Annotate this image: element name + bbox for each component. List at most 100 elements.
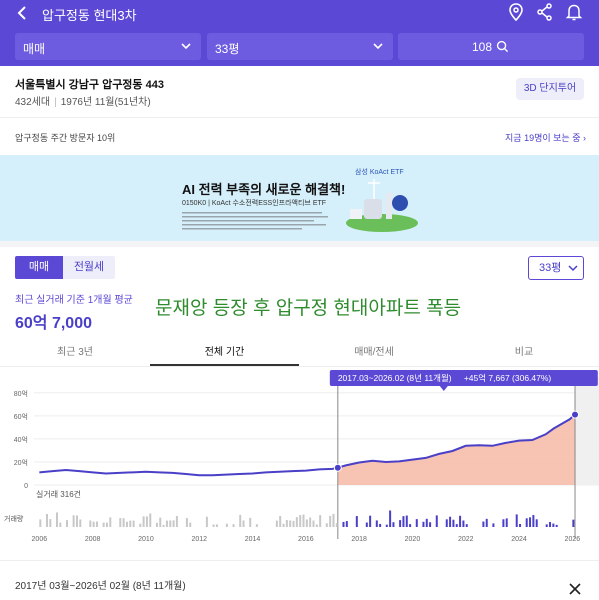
volume-bar: [109, 517, 112, 527]
3d-tour-button[interactable]: 3D 단지투어: [516, 78, 584, 100]
listing-count: 108: [472, 40, 493, 54]
ad-brand: 삼성 KoAct ETF: [355, 169, 404, 176]
volume-bar: [355, 516, 358, 527]
volume-bar: [75, 515, 78, 527]
volume-bar: [365, 522, 368, 527]
volume-bar: [462, 520, 465, 527]
volume-bar: [89, 520, 92, 527]
trade-count-label: 실거래 316건: [36, 489, 81, 499]
size-filter-select[interactable]: 33평: [207, 33, 393, 60]
volume-bar: [332, 513, 335, 527]
volume-bar: [285, 520, 288, 527]
volume-bar: [455, 524, 458, 527]
volume-bar: [175, 516, 178, 527]
volume-bar: [309, 517, 312, 527]
volume-bar: [185, 518, 188, 527]
viewing-now-link[interactable]: 지금 19명이 보는 중 ›: [505, 131, 586, 144]
header-bar: 압구정동 현대3차 매매 33평 108: [0, 0, 599, 66]
volume-bar: [535, 519, 538, 527]
bell-icon[interactable]: [564, 2, 584, 22]
volume-bar: [169, 520, 172, 527]
volume-bar: [72, 515, 75, 527]
volume-bar: [502, 519, 505, 527]
volume-bar: [292, 520, 295, 527]
volume-bar: [302, 514, 305, 527]
x-tick-label: 2018: [351, 536, 367, 543]
volume-bar: [369, 515, 372, 527]
tab-recent-3y[interactable]: 최근 3년: [0, 343, 150, 358]
size-select[interactable]: 33평: [528, 256, 584, 280]
volume-bar: [319, 515, 322, 527]
share-icon[interactable]: [535, 2, 555, 22]
volume-bar: [445, 519, 448, 527]
volume-bar: [465, 524, 468, 527]
volume-bar: [139, 523, 142, 527]
volume-bar: [189, 522, 192, 527]
viewing-now-text: 지금 19명이 보는 중: [505, 133, 581, 143]
tab-sale-rent[interactable]: 매매/전세: [299, 343, 449, 358]
volume-bar: [155, 522, 158, 527]
households: 432세대: [15, 97, 51, 108]
volume-bar: [299, 515, 302, 527]
volume-bar: [409, 524, 412, 527]
volume-bar: [145, 516, 148, 527]
volume-bar: [205, 516, 208, 527]
x-tick-label: 2026: [565, 536, 581, 543]
volume-bar: [129, 520, 132, 527]
volume-bar: [159, 517, 162, 527]
x-tick-label: 2022: [458, 536, 474, 543]
volume-label: 거래량: [4, 514, 24, 523]
range-start-point: [333, 463, 342, 472]
volume-bar: [39, 519, 42, 527]
ad-illustration: [346, 179, 418, 232]
volume-bar: [485, 518, 488, 527]
volume-bar: [482, 521, 485, 527]
volume-bar: [215, 524, 218, 527]
volume-bar: [142, 516, 145, 527]
volume-bar: [119, 518, 122, 527]
x-tick-label: 2014: [245, 536, 261, 543]
tab-rent[interactable]: 전월세: [63, 256, 115, 279]
x-tick-label: 2008: [85, 536, 101, 543]
volume-bar: [529, 517, 532, 527]
volume-bar: [105, 522, 108, 527]
volume-bar: [492, 523, 495, 527]
overlay-caption: 문재앙 등장 후 압구정 현대아파트 폭등: [155, 298, 462, 319]
volume-bar: [282, 523, 285, 527]
back-arrow-icon[interactable]: [12, 2, 34, 24]
price-chart[interactable]: 0 20억 40억 60억 80억 실거래 316건 거래량 2006 2008 2010 2…: [0, 367, 599, 560]
tab-all-period[interactable]: 전체 기간: [150, 343, 299, 358]
average-price-label: 최근 실거래 기준 1개월 평균: [15, 295, 133, 306]
y-tick-label: 0: [24, 483, 28, 490]
map-pin-icon[interactable]: [506, 2, 526, 22]
volume-bar: [125, 521, 128, 527]
trade-type-select[interactable]: 매매: [15, 33, 201, 60]
volume-bar: [392, 522, 395, 527]
volume-bar: [549, 522, 552, 527]
y-tick-label: 20억: [14, 459, 28, 467]
volume-bar: [525, 518, 528, 527]
tab-compare[interactable]: 비교: [449, 343, 599, 358]
ad-fine-print: [182, 212, 328, 230]
selected-period: 2017년 03월~2026년 02월 (8년 11개월): [15, 581, 186, 592]
listing-search-button[interactable]: 108: [398, 33, 584, 60]
volume-bar: [425, 518, 428, 527]
volume-bar: [405, 515, 408, 527]
tab-sale[interactable]: 매매: [15, 256, 63, 279]
visitor-rank: 압구정동 주간 방문자 10위: [15, 133, 116, 143]
ad-headline: AI 전력 부족의 새로운 해결책!: [182, 182, 346, 197]
volume-bar: [379, 523, 382, 527]
volume-bar: [505, 518, 508, 527]
x-tick-label: 2012: [191, 536, 207, 543]
x-tick-label: 2020: [405, 536, 421, 543]
close-icon[interactable]: [567, 581, 583, 597]
volume-bar: [122, 518, 125, 527]
volume-bar: [249, 517, 252, 527]
divider: [0, 117, 599, 118]
built-year: 1976년 11월(51년차): [60, 97, 151, 108]
volume-bar: [305, 519, 308, 527]
volume-bar: [242, 520, 245, 527]
volume-bar: [315, 524, 318, 527]
volume-bar: [545, 524, 548, 527]
volume-bar: [102, 522, 105, 527]
